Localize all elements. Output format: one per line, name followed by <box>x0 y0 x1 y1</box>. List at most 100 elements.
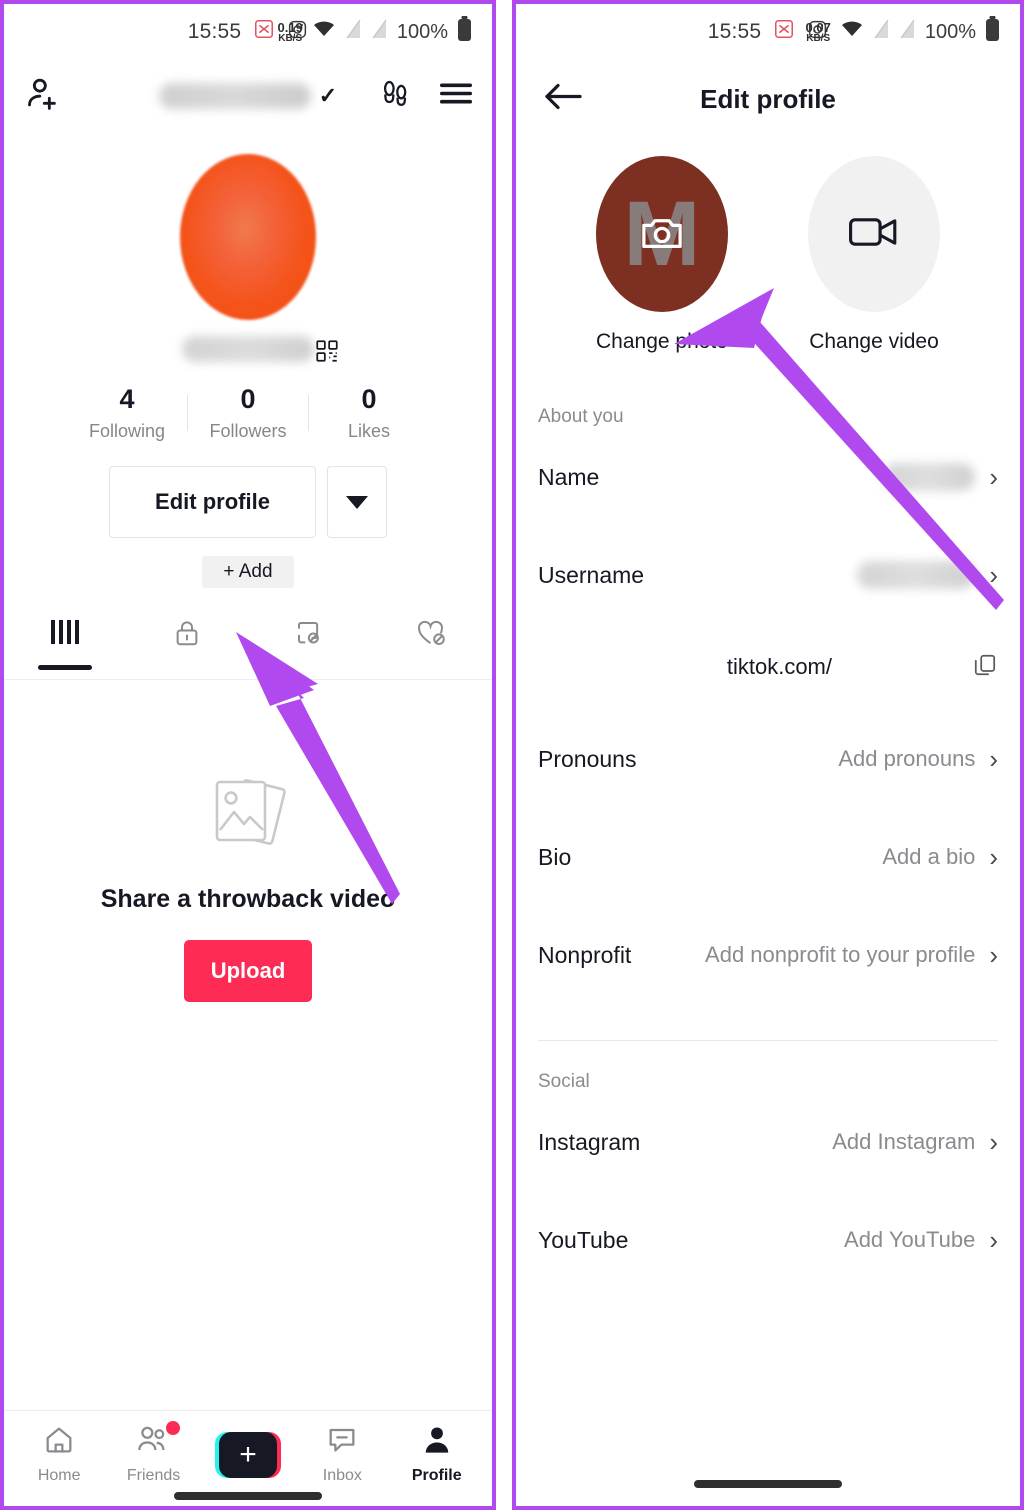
chevron-down-icon <box>346 495 368 509</box>
profile-handle-row <box>4 336 492 362</box>
row-pronouns-label: Pronouns <box>538 745 637 772</box>
change-photo-cell[interactable]: M Change photo <box>596 156 728 354</box>
status-time: 15:55 <box>707 20 762 43</box>
tab-private[interactable] <box>126 618 248 679</box>
wifi-icon <box>840 19 864 45</box>
media-change-row: M Change photo Change video <box>516 156 1020 354</box>
row-youtube[interactable]: YouTube Add YouTube › <box>516 1191 1020 1289</box>
chevron-right-icon: › <box>989 1127 998 1157</box>
phone-panel-profile: 15:55 0.19 KB/S 100% ✓ 4 Following 0 Fol… <box>0 0 496 1510</box>
row-instagram-value: Add Instagram <box>832 1129 976 1154</box>
row-username-label: Username <box>538 561 645 588</box>
stat-likes-label: Likes <box>347 421 391 442</box>
row-instagram-label: Instagram <box>538 1128 641 1155</box>
chevron-right-icon: › <box>989 940 998 970</box>
row-pronouns-value: Add pronouns <box>838 746 976 771</box>
liked-hidden-icon <box>415 618 447 653</box>
battery-icon <box>457 16 472 48</box>
network-speed-unit: KB/S <box>278 32 303 44</box>
qr-code-icon[interactable] <box>314 338 340 369</box>
status-bar-left: 15:55 0.19 KB/S 100% <box>4 4 492 60</box>
profile-person-icon <box>420 1424 454 1461</box>
chevron-right-icon: › <box>989 560 998 590</box>
row-bio-right: Add a bio › <box>882 844 998 870</box>
profile-header-actions <box>378 77 474 116</box>
nav-item-friends[interactable]: Friends <box>112 1421 196 1485</box>
scissors-icon <box>253 18 275 46</box>
change-video-cell[interactable]: Change video <box>808 156 940 354</box>
row-pronouns-right: Add pronouns › <box>838 746 998 772</box>
upload-button[interactable]: Upload <box>184 940 312 1003</box>
status-bar-right: 15:55 0.07 KB/S 100% <box>516 4 1020 60</box>
change-photo-avatar[interactable]: M <box>596 156 728 312</box>
sim1-icon <box>873 18 890 46</box>
profile-top-bar: ✓ <box>4 60 492 132</box>
avatar[interactable] <box>180 154 316 320</box>
profile-action-buttons: Edit profile <box>4 466 492 539</box>
add-bio-button[interactable]: + Add <box>202 556 294 589</box>
camera-icon <box>638 211 686 258</box>
row-pronouns[interactable]: Pronouns Add pronouns › <box>516 710 1020 808</box>
stat-following[interactable]: 4 Following <box>67 384 187 442</box>
nav-item-profile[interactable]: Profile <box>395 1424 479 1485</box>
nav-item-inbox[interactable]: Inbox <box>300 1424 384 1485</box>
chevron-right-icon: › <box>989 462 998 492</box>
network-speed: 0.07 KB/S <box>806 21 831 44</box>
row-name-value-redacted <box>883 463 976 491</box>
username-redacted <box>158 83 311 109</box>
row-bio[interactable]: Bio Add a bio › <box>516 808 1020 906</box>
nav-item-inbox-label: Inbox <box>322 1467 362 1484</box>
stat-following-count: 4 <box>119 384 135 414</box>
row-nonprofit[interactable]: Nonprofit Add nonprofit to your profile … <box>516 906 1020 1004</box>
stat-following-label: Following <box>88 421 166 442</box>
video-camera-icon <box>848 212 900 257</box>
change-photo-label: Change photo <box>596 330 728 353</box>
change-video-avatar[interactable] <box>808 156 940 312</box>
profile-more-button[interactable] <box>327 466 387 539</box>
row-name[interactable]: Name › <box>516 428 1020 526</box>
stat-followers[interactable]: 0 Followers <box>188 384 308 442</box>
wifi-icon <box>312 19 336 45</box>
about-section-title: About you <box>538 406 624 427</box>
create-plus-glyph: + <box>218 1431 277 1478</box>
tab-reposts[interactable] <box>248 618 370 679</box>
network-speed-value: 0.19 <box>277 19 303 35</box>
stat-likes[interactable]: 0 Likes <box>309 384 429 442</box>
screenshot-stage: 15:55 0.19 KB/S 100% ✓ 4 Following 0 Fol… <box>0 0 1024 1510</box>
footprint-icon[interactable] <box>378 77 412 116</box>
lock-private-icon <box>172 618 202 653</box>
row-username-value-redacted <box>857 561 976 589</box>
section-divider <box>538 1040 998 1041</box>
hamburger-menu-icon[interactable] <box>438 80 474 113</box>
copy-icon[interactable] <box>972 652 998 683</box>
profile-avatar-block <box>4 154 492 362</box>
sim1-icon <box>345 18 362 46</box>
social-section-title: Social <box>538 1071 590 1092</box>
empty-state: Share a throwback video Upload <box>4 772 492 1003</box>
scissors-icon <box>773 18 795 46</box>
row-bio-value: Add a bio <box>882 844 976 869</box>
home-icon <box>42 1424 76 1461</box>
sim2-icon <box>371 18 388 46</box>
row-username[interactable]: Username › <box>516 526 1020 624</box>
row-profile-url[interactable]: tiktok.com/ <box>516 624 1020 710</box>
battery-percent: 100% <box>924 20 976 43</box>
nav-item-create[interactable]: + <box>206 1431 290 1478</box>
empty-state-title: Share a throwback video <box>100 885 396 914</box>
nav-item-home[interactable]: Home <box>17 1424 101 1485</box>
photos-stack-icon <box>201 772 295 861</box>
change-video-label: Change video <box>809 330 939 353</box>
row-instagram[interactable]: Instagram Add Instagram › <box>516 1093 1020 1191</box>
create-plus-icon[interactable]: + <box>214 1431 281 1478</box>
friends-badge-dot <box>165 1421 180 1435</box>
chevron-right-icon: › <box>989 842 998 872</box>
tab-liked[interactable] <box>370 618 492 679</box>
back-arrow-icon[interactable] <box>542 80 584 119</box>
tab-posts[interactable] <box>4 618 126 679</box>
profile-url-text: tiktok.com/ <box>726 654 832 679</box>
add-user-icon[interactable] <box>24 74 64 119</box>
edit-profile-button[interactable]: Edit profile <box>109 466 316 539</box>
row-instagram-right: Add Instagram › <box>832 1129 998 1155</box>
status-bar-right-group: 0.19 KB/S 100% <box>278 16 472 48</box>
profile-tabs <box>4 618 492 681</box>
